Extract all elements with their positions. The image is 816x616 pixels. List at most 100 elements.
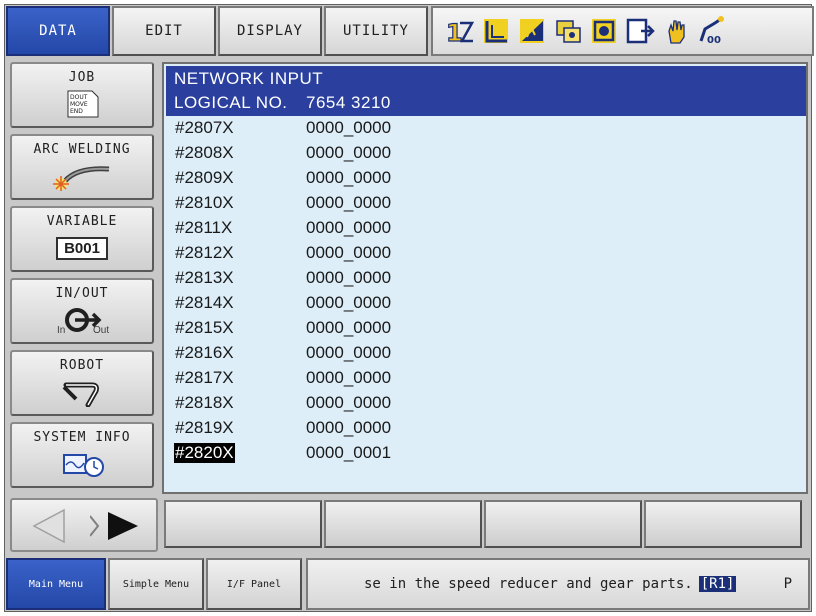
- table-row-selected[interactable]: #2820X 0000_0001: [174, 442, 794, 467]
- status-bar: Main Menu Simple Menu I/F Panel se in th…: [6, 558, 810, 610]
- function-key-2[interactable]: [324, 500, 482, 548]
- svg-text:In: In: [57, 325, 65, 335]
- variable-box-icon: B001: [56, 233, 108, 263]
- logical-no-value: 7654 3210: [306, 93, 391, 112]
- row-address: #2807X: [175, 118, 234, 137]
- row-value: 0000_0000: [306, 343, 392, 362]
- table-row[interactable]: #2814X 0000_0000: [174, 292, 794, 317]
- row-address: #2808X: [175, 143, 234, 162]
- menu-arc-welding-label: ARC WELDING: [33, 142, 131, 157]
- table-row[interactable]: #2807X 0000_0000: [174, 117, 794, 142]
- table-row[interactable]: #2813X 0000_0000: [174, 267, 794, 292]
- row-address-cursor: #2820X: [174, 443, 235, 463]
- svg-text:00: 00: [707, 35, 721, 46]
- left-main-menu: JOB DOUT MOVE END ARC WELDING VARIABLE B…: [10, 62, 158, 494]
- row-address: #2812X: [175, 243, 234, 262]
- row-address: #2813X: [175, 268, 234, 287]
- svg-text:DOUT: DOUT: [70, 94, 88, 101]
- row-address: #2818X: [175, 393, 234, 412]
- table-row[interactable]: #2816X 0000_0000: [174, 342, 794, 367]
- simple-menu-button[interactable]: Simple Menu: [108, 558, 204, 610]
- row-value: 0000_0000: [306, 368, 392, 387]
- row-address: #2814X: [175, 293, 234, 312]
- row-value: 0000_0000: [306, 293, 392, 312]
- row-value: 0000_0000: [306, 168, 392, 187]
- status-icon-strip: 1 00: [431, 6, 814, 56]
- system-info-icon: [52, 449, 112, 479]
- menu-arc-welding[interactable]: ARC WELDING: [10, 134, 154, 200]
- coordinate-frame-icon[interactable]: [481, 15, 511, 47]
- cycle-mode-icon[interactable]: 1: [445, 15, 475, 48]
- row-address: #2815X: [175, 318, 234, 337]
- job-document-icon: DOUT MOVE END: [62, 89, 102, 119]
- svg-text:MOVE: MOVE: [70, 101, 88, 108]
- row-value: 0000_0000: [306, 218, 392, 237]
- menu-robot-label: ROBOT: [59, 358, 105, 373]
- logical-no-label: LOGICAL NO.: [174, 93, 288, 112]
- table-row[interactable]: #2811X 0000_0000: [174, 217, 794, 242]
- table-row[interactable]: #2817X 0000_0000: [174, 367, 794, 392]
- tab-data[interactable]: DATA: [6, 6, 110, 56]
- table-row[interactable]: #2819X 0000_0000: [174, 417, 794, 442]
- table-row[interactable]: #2809X 0000_0000: [174, 167, 794, 192]
- function-key-4[interactable]: [644, 500, 802, 548]
- row-value: 0000_0000: [306, 118, 392, 137]
- row-address: #2811X: [175, 218, 233, 237]
- servo-hand-icon[interactable]: [661, 15, 691, 47]
- in-out-icon: In Out: [47, 305, 117, 335]
- row-address: #2816X: [175, 343, 234, 362]
- table-row[interactable]: #2808X 0000_0000: [174, 142, 794, 167]
- tab-utility[interactable]: UTILITY: [324, 6, 428, 56]
- row-value: 0000_0000: [306, 268, 392, 287]
- logical-no-row: LOGICAL NO. 7654 3210: [174, 93, 390, 113]
- svg-text:END: END: [70, 108, 83, 115]
- row-value: 0000_0001: [306, 443, 392, 462]
- row-value: 0000_0000: [306, 318, 392, 337]
- robot-group-icon[interactable]: 00: [697, 15, 727, 47]
- menu-in-out-label: IN/OUT: [55, 286, 109, 301]
- row-value: 0000_0000: [306, 243, 392, 262]
- row-address: #2809X: [175, 168, 234, 187]
- function-key-row: [162, 498, 808, 552]
- row-value: 0000_0000: [306, 393, 392, 412]
- robot-badge: [R1]: [698, 576, 737, 592]
- left-arrow-icon[interactable]: [20, 506, 76, 546]
- menu-system-info-label: SYSTEM INFO: [33, 430, 131, 445]
- page-indicator: P: [783, 576, 792, 592]
- table-row[interactable]: #2818X 0000_0000: [174, 392, 794, 417]
- page-title: NETWORK INPUT: [174, 69, 324, 88]
- right-arrow-icon[interactable]: [89, 506, 146, 546]
- menu-variable[interactable]: VARIABLE B001: [10, 206, 154, 272]
- arc-welding-torch-icon: [47, 161, 117, 191]
- main-menu-button[interactable]: Main Menu: [6, 558, 106, 610]
- menu-system-info[interactable]: SYSTEM INFO: [10, 422, 154, 488]
- svg-text:Out: Out: [93, 325, 109, 335]
- network-input-panel: NETWORK INPUT LOGICAL NO. 7654 3210 #280…: [162, 62, 808, 494]
- row-value: 0000_0000: [306, 418, 392, 437]
- row-address: #2810X: [175, 193, 234, 212]
- security-mode-icon[interactable]: [553, 15, 583, 47]
- menu-variable-label: VARIABLE: [46, 214, 118, 229]
- tab-display[interactable]: DISPLAY: [218, 6, 322, 56]
- if-panel-button[interactable]: I/F Panel: [206, 558, 302, 610]
- menu-robot[interactable]: ROBOT: [10, 350, 154, 416]
- menu-in-out[interactable]: IN/OUT In Out: [10, 278, 154, 344]
- speed-level-icon[interactable]: [517, 15, 547, 47]
- tab-edit[interactable]: EDIT: [112, 6, 216, 56]
- io-list: #2807X 0000_0000 #2808X 0000_0000 #2809X 00…: [174, 117, 794, 467]
- function-key-1[interactable]: [164, 500, 322, 548]
- table-row[interactable]: #2812X 0000_0000: [174, 242, 794, 267]
- row-value: 0000_0000: [306, 143, 392, 162]
- page-nav: [10, 498, 158, 552]
- function-key-3[interactable]: [484, 500, 642, 548]
- message-area[interactable]: se in the speed reducer and gear parts.[…: [306, 558, 810, 610]
- row-address: #2817X: [175, 368, 234, 387]
- teach-mode-icon[interactable]: [589, 15, 619, 47]
- table-row[interactable]: #2810X 0000_0000: [174, 192, 794, 217]
- play-step-icon[interactable]: [625, 15, 655, 47]
- message-text: se in the speed reducer and gear parts.[…: [364, 576, 737, 592]
- table-row[interactable]: #2815X 0000_0000: [174, 317, 794, 342]
- menu-job[interactable]: JOB DOUT MOVE END: [10, 62, 154, 128]
- menu-job-label: JOB: [68, 70, 96, 85]
- row-value: 0000_0000: [306, 193, 392, 212]
